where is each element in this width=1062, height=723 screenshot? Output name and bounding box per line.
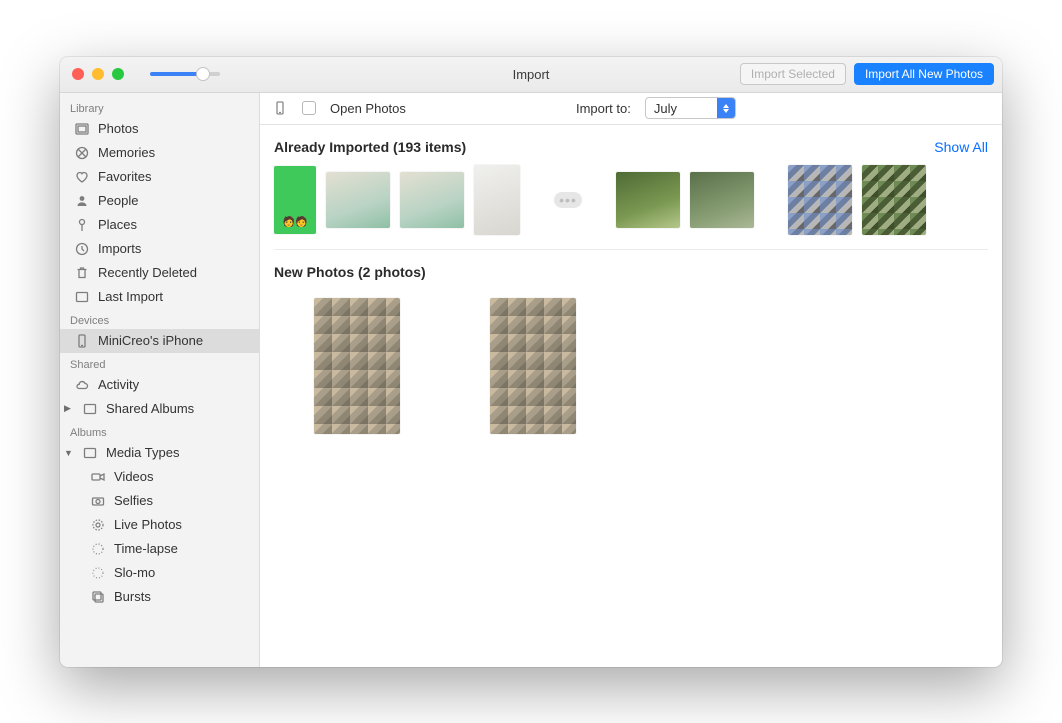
heart-icon — [74, 169, 90, 185]
sidebar-item-videos[interactable]: Videos — [60, 465, 259, 489]
photo-thumbnail[interactable] — [616, 172, 680, 228]
already-imported-row: 🧑🧑 ••• — [274, 165, 988, 235]
phone-icon — [74, 333, 90, 349]
phone-icon — [272, 100, 288, 116]
photo-thumbnail[interactable] — [400, 172, 464, 228]
photos-icon — [74, 121, 90, 137]
memories-icon — [74, 145, 90, 161]
import-toolbar: Open Photos Import to: July — [260, 93, 1002, 125]
album-icon — [82, 401, 98, 417]
bursts-icon — [90, 589, 106, 605]
sidebar-item-places[interactable]: Places — [60, 213, 259, 237]
import-all-button[interactable]: Import All New Photos — [854, 63, 994, 85]
cloud-icon — [74, 377, 90, 393]
sidebar-item-label: Shared Albums — [106, 401, 194, 416]
disclosure-triangle-icon[interactable]: ▼ — [64, 448, 74, 458]
sidebar-item-label: Selfies — [114, 493, 153, 508]
fullscreen-icon[interactable] — [112, 68, 124, 80]
sidebar-section-devices: Devices — [60, 309, 259, 329]
sidebar-item-timelapse[interactable]: Time-lapse — [60, 537, 259, 561]
main-content: Open Photos Import to: July Already Impo… — [260, 93, 1002, 667]
sidebar-item-label: Live Photos — [114, 517, 182, 532]
sidebar-item-label: Videos — [114, 469, 154, 484]
close-icon[interactable] — [72, 68, 84, 80]
sidebar-item-label: People — [98, 193, 138, 208]
sidebar-item-activity[interactable]: Activity — [60, 373, 259, 397]
album-icon — [74, 289, 90, 305]
sidebar-item-imports[interactable]: Imports — [60, 237, 259, 261]
divider — [274, 249, 988, 250]
photo-thumbnail[interactable]: 🧑🧑 — [274, 166, 316, 234]
open-photos-label: Open Photos — [330, 101, 406, 116]
sidebar-item-label: MiniCreo's iPhone — [98, 333, 203, 348]
show-all-link[interactable]: Show All — [934, 139, 988, 155]
trash-icon — [74, 265, 90, 281]
sidebar-item-selfies[interactable]: Selfies — [60, 489, 259, 513]
sidebar-item-device-iphone[interactable]: MiniCreo's iPhone — [60, 329, 259, 353]
sidebar-item-photos[interactable]: Photos — [60, 117, 259, 141]
sidebar-item-last-import[interactable]: Last Import — [60, 285, 259, 309]
pin-icon — [74, 217, 90, 233]
sidebar-item-label: Photos — [98, 121, 138, 136]
sidebar-item-live-photos[interactable]: Live Photos — [60, 513, 259, 537]
toolbar-left — [142, 67, 228, 82]
timelapse-icon — [90, 541, 106, 557]
open-photos-checkbox[interactable] — [302, 101, 316, 115]
chevron-updown-icon — [717, 97, 735, 119]
import-to-value: July — [646, 101, 717, 116]
camera-icon — [90, 493, 106, 509]
minimize-icon[interactable] — [92, 68, 104, 80]
folder-icon — [82, 445, 98, 461]
sidebar-item-label: Last Import — [98, 289, 163, 304]
disclosure-triangle-icon[interactable]: ▶ — [64, 403, 74, 414]
sidebar-item-label: Memories — [98, 145, 155, 160]
toolbar-right: Import Selected Import All New Photos — [740, 63, 994, 85]
sidebar-item-label: Recently Deleted — [98, 265, 197, 280]
video-icon — [90, 469, 106, 485]
titlebar: Import Import Selected Import All New Ph… — [60, 57, 1002, 93]
zoom-slider[interactable] — [150, 72, 220, 76]
sidebar-item-label: Activity — [98, 377, 139, 392]
sidebar-item-recently-deleted[interactable]: Recently Deleted — [60, 261, 259, 285]
sidebar-item-slomo[interactable]: Slo-mo — [60, 561, 259, 585]
import-selected-button: Import Selected — [740, 63, 846, 85]
sidebar-section-shared: Shared — [60, 353, 259, 373]
sidebar-item-label: Slo-mo — [114, 565, 155, 580]
sidebar-item-label: Time-lapse — [114, 541, 178, 556]
sidebar-item-people[interactable]: People — [60, 189, 259, 213]
clock-icon — [74, 241, 90, 257]
sidebar-item-label: Favorites — [98, 169, 151, 184]
more-indicator-icon: ••• — [554, 192, 582, 208]
import-to-select[interactable]: July — [645, 97, 736, 119]
import-to-label: Import to: — [576, 101, 631, 116]
person-icon — [74, 193, 90, 209]
sidebar: Library Photos Memories Favorites People… — [60, 93, 260, 667]
sidebar-item-memories[interactable]: Memories — [60, 141, 259, 165]
sidebar-item-label: Bursts — [114, 589, 151, 604]
sidebar-item-favorites[interactable]: Favorites — [60, 165, 259, 189]
sidebar-item-shared-albums[interactable]: ▶ Shared Albums — [60, 397, 259, 421]
sidebar-item-label: Media Types — [106, 445, 179, 460]
window-controls — [72, 68, 124, 80]
photo-thumbnail[interactable] — [862, 165, 926, 235]
photo-thumbnail[interactable] — [690, 172, 754, 228]
content-scroll[interactable]: Already Imported (193 items) Show All 🧑🧑… — [260, 125, 1002, 667]
photo-thumbnail[interactable] — [788, 165, 852, 235]
slomo-icon — [90, 565, 106, 581]
app-window: Import Import Selected Import All New Ph… — [60, 57, 1002, 667]
already-imported-heading: Already Imported (193 items) — [274, 139, 466, 155]
sidebar-item-label: Places — [98, 217, 137, 232]
photo-thumbnail[interactable] — [314, 298, 400, 434]
live-photo-icon — [90, 517, 106, 533]
sidebar-item-bursts[interactable]: Bursts — [60, 585, 259, 609]
sidebar-item-label: Imports — [98, 241, 141, 256]
new-photos-heading: New Photos (2 photos) — [274, 264, 426, 280]
sidebar-section-albums: Albums — [60, 421, 259, 441]
photo-thumbnail[interactable] — [474, 165, 520, 235]
photo-thumbnail[interactable] — [326, 172, 390, 228]
sidebar-item-media-types[interactable]: ▼ Media Types — [60, 441, 259, 465]
sidebar-section-library: Library — [60, 97, 259, 117]
photo-thumbnail[interactable] — [490, 298, 576, 434]
new-photos-row — [274, 290, 988, 442]
